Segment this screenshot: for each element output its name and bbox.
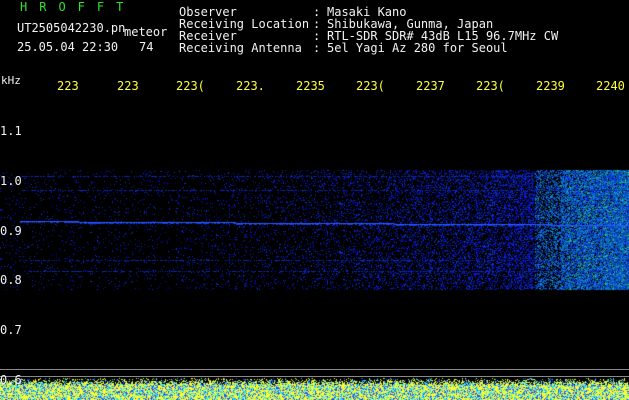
x-tick-label: 2235 (296, 79, 325, 93)
meteor-count: 74 (139, 40, 154, 54)
x-tick-label: 223( (356, 79, 385, 93)
info-antenna-key: Receiving Antenna (179, 41, 302, 55)
x-tick-label: 2237 (416, 79, 445, 93)
separator-line (0, 369, 629, 370)
spectrogram-canvas (0, 100, 629, 400)
meteor-label: meteor (124, 25, 168, 39)
header-title: HROFFT (20, 0, 136, 14)
info-antenna-sep: : (313, 41, 321, 55)
x-tick-label: 223 (57, 79, 79, 93)
y-label: 0.7 (0, 323, 22, 337)
y-label: 1.1 (0, 124, 22, 138)
y-label: 0.8 (0, 273, 22, 287)
x-tick-label: 223 (117, 79, 139, 93)
y-label: 0.6 (0, 373, 22, 387)
info-antenna-value: 5el Yagi Az 280 for Seoul (327, 41, 508, 55)
y-label: 1.0 (0, 174, 22, 188)
x-tick-label: 2240 (596, 79, 625, 93)
date-time: 25.05.04 22:30 (17, 40, 119, 54)
x-tick-label: 2239 (536, 79, 565, 93)
y-label: 0.9 (0, 224, 22, 238)
filename: UT2505042230.pn (17, 21, 126, 35)
unit-label: kHz (1, 74, 21, 87)
x-tick-label: 223. (236, 79, 265, 93)
separator-line (0, 376, 629, 377)
x-tick-label: 223( (476, 79, 505, 93)
x-tick-label: 223( (176, 79, 205, 93)
